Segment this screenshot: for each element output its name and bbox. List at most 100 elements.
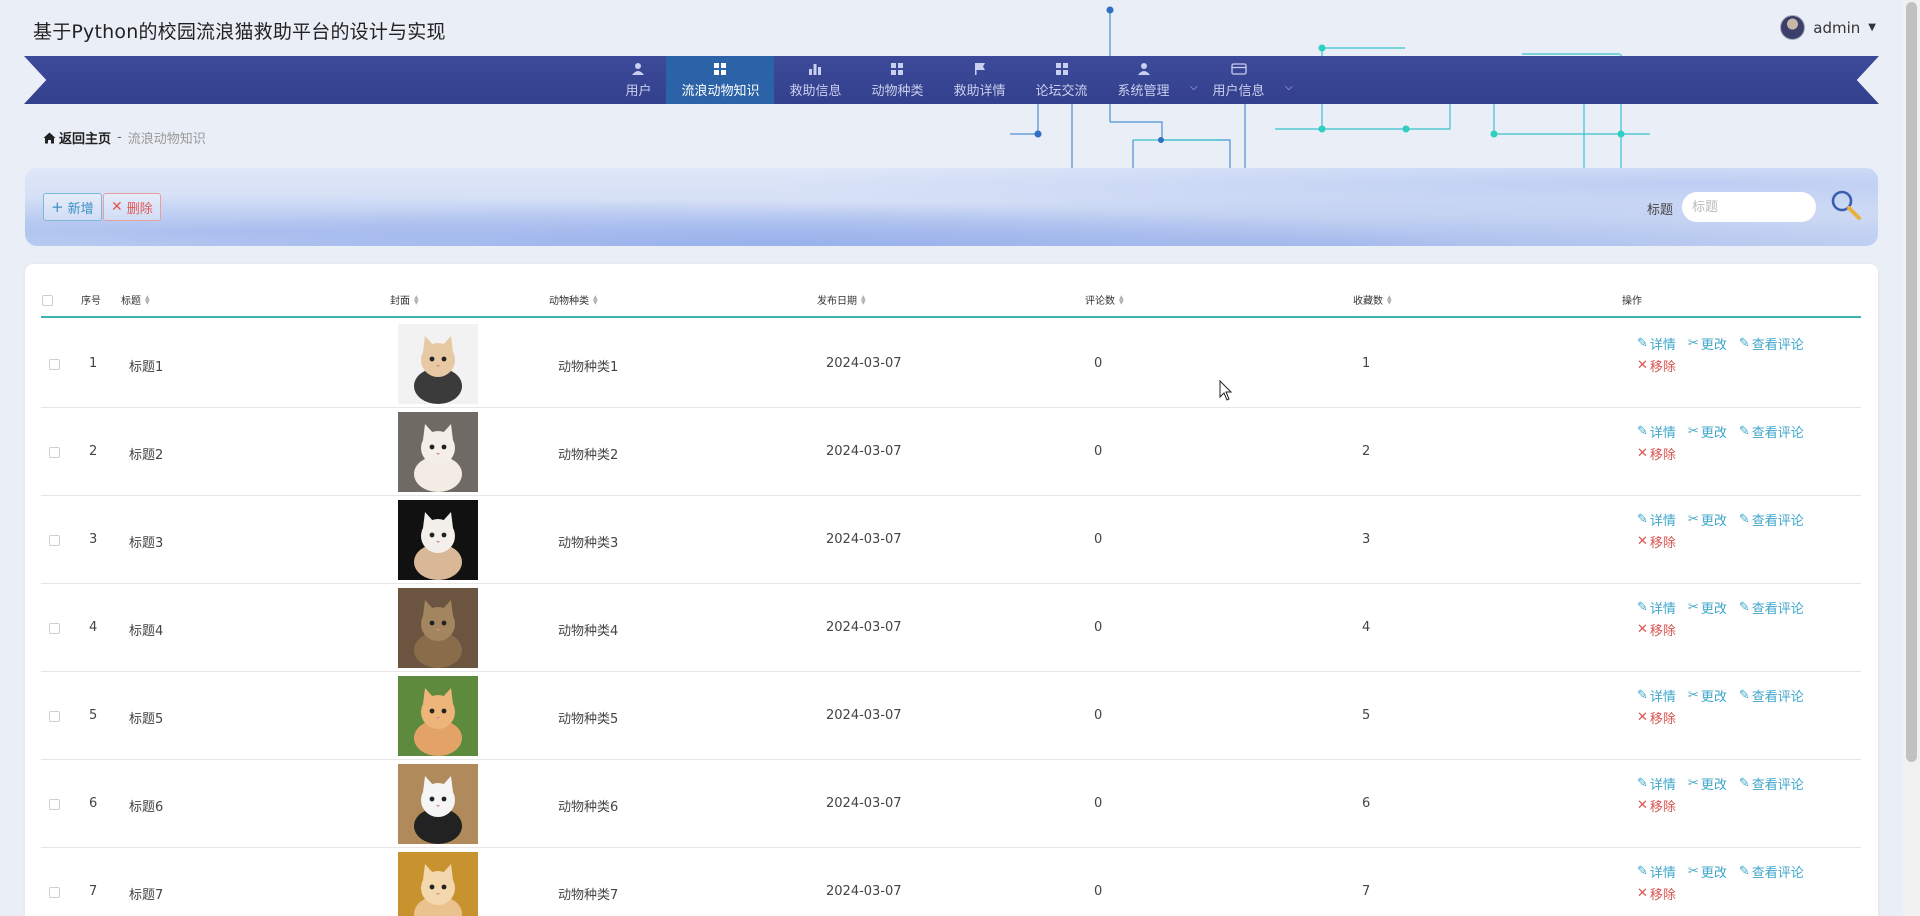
top-header: 基于Python的校园流浪猫救助平台的设计与实现 admin ▼	[0, 0, 1920, 56]
nav-item-1[interactable]: 流浪动物知识	[666, 56, 775, 104]
delete-button[interactable]: ✕ 删除	[103, 193, 161, 221]
flag-icon	[973, 61, 987, 77]
scrollbar-thumb[interactable]	[1906, 2, 1917, 762]
view-comments-link[interactable]: ✎ 查看评论	[1739, 862, 1804, 881]
table-row[interactable]: 4 标题4 动物种类4 2024-03-07 0 4 ✎ 详情 ✂ 更改 ✎ 查看评论 ✕ 移除	[41, 584, 1861, 672]
select-all-checkbox[interactable]	[42, 295, 53, 306]
add-button[interactable]: + 新增	[43, 193, 102, 221]
detail-link[interactable]: ✎ 详情	[1637, 862, 1676, 881]
cell-index: 7	[89, 884, 98, 899]
nav-item-0[interactable]: 用户	[610, 56, 666, 104]
pencil-icon: ✎	[1637, 775, 1648, 791]
nav-item-5[interactable]: 论坛交流	[1021, 56, 1103, 104]
cell-title: 标题5	[129, 712, 164, 727]
sort-icon: ▲ ▼	[414, 293, 419, 306]
cover-image	[398, 764, 478, 844]
table-row[interactable]: 7 标题7 动物种类7 2024-03-07 0 7 ✎ 详情 ✂ 更改 ✎ 查看评论 ✕ 移除	[41, 848, 1861, 916]
nav-item-7[interactable]: 用户信息 ⌵	[1198, 56, 1293, 104]
breadcrumb-home-label: 返回主页	[59, 132, 112, 147]
edit-link[interactable]: ✂ 更改	[1688, 686, 1727, 705]
column-header-index: 序号	[81, 296, 101, 307]
breadcrumb-home[interactable]: 返回主页	[43, 128, 111, 147]
view-comments-link[interactable]: ✎ 查看评论	[1739, 598, 1804, 617]
remove-link[interactable]: ✕ 移除	[1637, 356, 1676, 375]
row-checkbox[interactable]	[49, 447, 60, 458]
row-checkbox[interactable]	[49, 887, 60, 898]
detail-link[interactable]: ✎ 详情	[1637, 686, 1676, 705]
detail-link[interactable]: ✎ 详情	[1637, 510, 1676, 529]
table-row[interactable]: 3 标题3 动物种类3 2024-03-07 0 3 ✎ 详情 ✂ 更改 ✎ 查看评论 ✕ 移除	[41, 496, 1861, 584]
remove-link[interactable]: ✕ 移除	[1637, 444, 1676, 463]
cell-kind: 动物种类3	[558, 536, 619, 551]
column-header-favorites[interactable]: 收藏数 ▲ ▼	[1353, 292, 1392, 307]
view-comments-link[interactable]: ✎ 查看评论	[1739, 422, 1804, 441]
column-header-comments[interactable]: 评论数 ▲ ▼	[1085, 292, 1124, 307]
edit-link[interactable]: ✂ 更改	[1688, 862, 1727, 881]
cover-image	[398, 412, 478, 492]
row-checkbox[interactable]	[49, 711, 60, 722]
search-icon[interactable]	[1829, 188, 1863, 222]
edit-link[interactable]: ✂ 更改	[1688, 422, 1727, 441]
grid-icon	[713, 61, 727, 77]
row-checkbox[interactable]	[49, 623, 60, 634]
pencil-icon: ✎	[1637, 511, 1648, 527]
remove-link[interactable]: ✕ 移除	[1637, 708, 1676, 727]
table-row[interactable]: 2 标题2 动物种类2 2024-03-07 0 2 ✎ 详情 ✂ 更改 ✎ 查看评论 ✕ 移除	[41, 408, 1861, 496]
nav-item-label: 系统管理	[1117, 84, 1170, 99]
table-row[interactable]: 6 标题6 动物种类6 2024-03-07 0 6 ✎ 详情 ✂ 更改 ✎ 查看评论 ✕ 移除	[41, 760, 1861, 848]
cover-image	[398, 500, 478, 580]
edit-link[interactable]: ✂ 更改	[1688, 598, 1727, 617]
column-header-cover[interactable]: 封面 ▲ ▼	[390, 292, 419, 307]
cover-image	[398, 324, 478, 404]
view-comments-link[interactable]: ✎ 查看评论	[1739, 510, 1804, 529]
cell-date: 2024-03-07	[826, 884, 902, 899]
view-comments-link[interactable]: ✎ 查看评论	[1739, 334, 1804, 353]
cell-title: 标题3	[129, 536, 164, 551]
search-panel: + 新增 ✕ 删除 标题	[25, 168, 1878, 246]
cell-kind: 动物种类1	[558, 360, 619, 375]
detail-link[interactable]: ✎ 详情	[1637, 422, 1676, 441]
view-comments-link[interactable]: ✎ 查看评论	[1739, 774, 1804, 793]
sort-icon: ▲ ▼	[861, 293, 866, 306]
vertical-scrollbar[interactable]	[1903, 0, 1920, 916]
column-header-actions: 操作	[1622, 296, 1642, 307]
search-input[interactable]	[1682, 192, 1816, 222]
row-actions: ✎ 详情 ✂ 更改 ✎ 查看评论 ✕ 移除	[1637, 772, 1816, 816]
column-header-title[interactable]: 标题 ▲ ▼	[121, 292, 150, 307]
column-header-kind[interactable]: 动物种类 ▲ ▼	[549, 292, 598, 307]
user-icon	[631, 61, 645, 77]
row-checkbox[interactable]	[49, 359, 60, 370]
pencil-icon: ✎	[1637, 599, 1648, 615]
edit-link[interactable]: ✂ 更改	[1688, 774, 1727, 793]
nav-item-6[interactable]: 系统管理 ⌵	[1103, 56, 1198, 104]
row-checkbox[interactable]	[49, 799, 60, 810]
tools-icon: ✂	[1687, 863, 1699, 879]
detail-link[interactable]: ✎ 详情	[1637, 334, 1676, 353]
row-checkbox[interactable]	[49, 535, 60, 546]
view-comments-link[interactable]: ✎ 查看评论	[1739, 686, 1804, 705]
row-actions: ✎ 详情 ✂ 更改 ✎ 查看评论 ✕ 移除	[1637, 684, 1816, 728]
nav-item-2[interactable]: 救助信息	[774, 56, 856, 104]
column-header-date[interactable]: 发布日期 ▲ ▼	[817, 292, 866, 307]
close-icon: ✕	[111, 199, 123, 215]
cell-favorites: 4	[1362, 620, 1371, 635]
user-menu[interactable]: admin ▼	[1780, 15, 1876, 40]
remove-link[interactable]: ✕ 移除	[1637, 884, 1676, 903]
table-row[interactable]: 1 标题1 动物种类1 2024-03-07 0 1 ✎ 详情 ✂ 更改 ✎ 查看评论 ✕ 移除	[41, 320, 1861, 408]
table-row[interactable]: 5 标题5 动物种类5 2024-03-07 0 5 ✎ 详情 ✂ 更改 ✎ 查看评论 ✕ 移除	[41, 672, 1861, 760]
row-actions: ✎ 详情 ✂ 更改 ✎ 查看评论 ✕ 移除	[1637, 332, 1816, 376]
cell-comments: 0	[1094, 796, 1103, 811]
pencil-icon: ✎	[1738, 863, 1750, 879]
edit-link[interactable]: ✂ 更改	[1688, 334, 1727, 353]
cell-favorites: 6	[1362, 796, 1371, 811]
remove-link[interactable]: ✕ 移除	[1637, 620, 1676, 639]
remove-link[interactable]: ✕ 移除	[1637, 532, 1676, 551]
close-icon: ✕	[1637, 709, 1648, 725]
site-title: 基于Python的校园流浪猫救助平台的设计与实现	[33, 21, 446, 43]
remove-link[interactable]: ✕ 移除	[1637, 796, 1676, 815]
detail-link[interactable]: ✎ 详情	[1637, 774, 1676, 793]
nav-item-4[interactable]: 救助详情	[939, 56, 1021, 104]
nav-item-3[interactable]: 动物种类	[856, 56, 938, 104]
edit-link[interactable]: ✂ 更改	[1688, 510, 1727, 529]
detail-link[interactable]: ✎ 详情	[1637, 598, 1676, 617]
